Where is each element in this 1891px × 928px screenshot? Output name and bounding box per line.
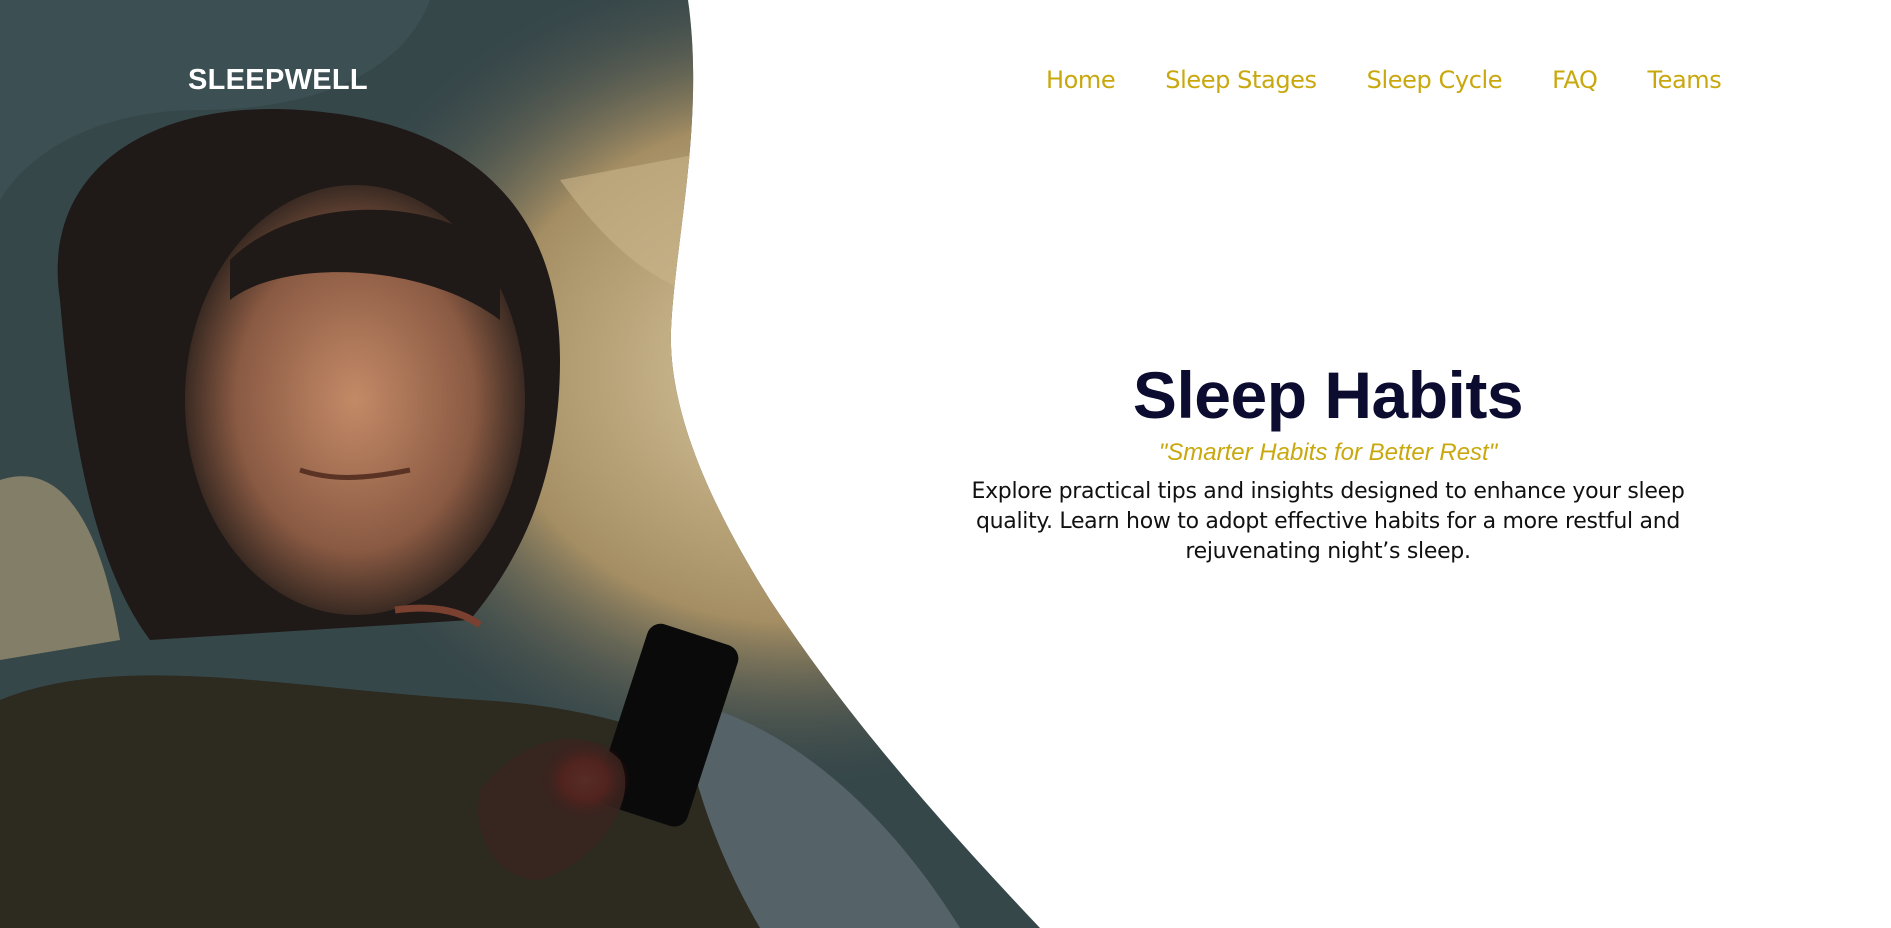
hero-tagline: "Smarter Habits for Better Rest" [1158,439,1498,466]
nav-item-teams[interactable]: Teams [1647,66,1721,94]
nav-item-faq[interactable]: FAQ [1552,66,1598,94]
brand-logo[interactable]: SLEEPWELL [188,64,368,97]
hero-description: Explore practical tips and insights desi… [971,479,1685,564]
nav-item-home[interactable]: Home [1046,66,1116,94]
nav-item-sleep-stages[interactable]: Sleep Stages [1165,66,1317,94]
main-nav: Home Sleep Stages Sleep Cycle FAQ Teams [1046,66,1722,94]
nav-item-sleep-cycle[interactable]: Sleep Cycle [1367,66,1503,94]
hero-content: Sleep Habits "Smarter Habits for Better … [940,355,1716,567]
page-title: Sleep Habits [1132,358,1524,432]
